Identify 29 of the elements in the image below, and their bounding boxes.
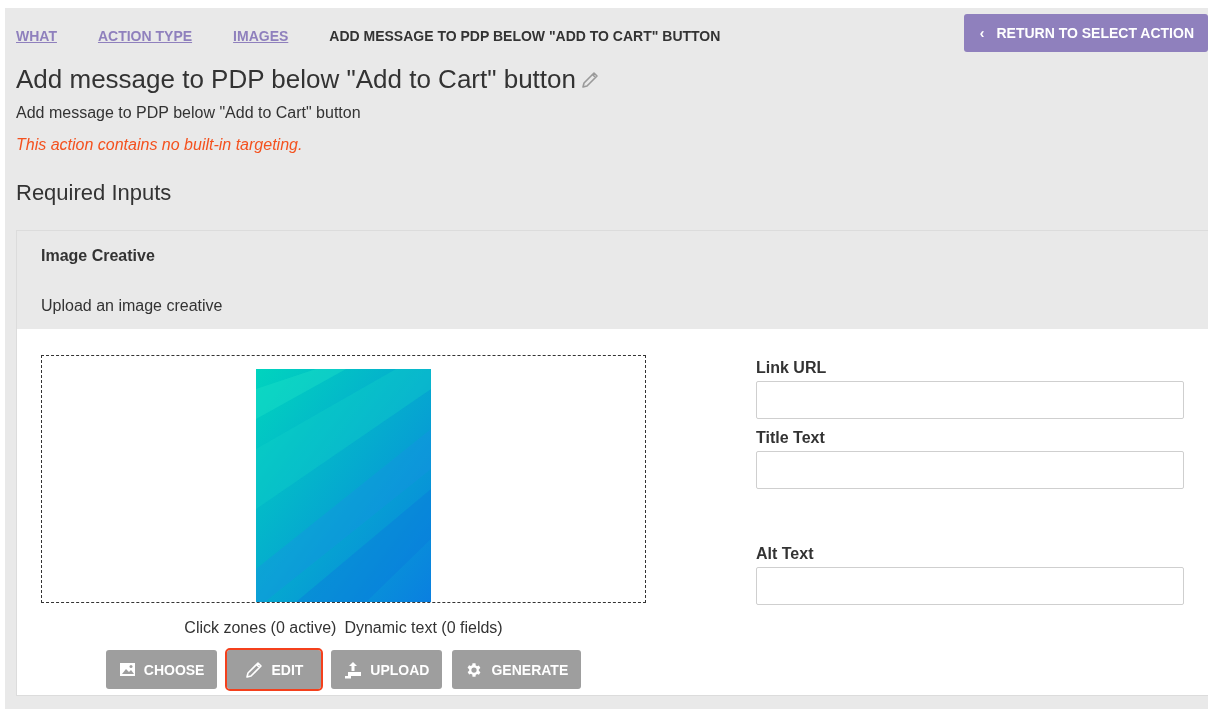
panel-title: Image Creative [41, 247, 155, 265]
text-input-field[interactable] [756, 451, 1184, 489]
edit-button[interactable]: EDIT [227, 650, 322, 689]
generate-button[interactable]: GENERATE [452, 650, 582, 689]
upload-icon [344, 660, 363, 679]
breadcrumb-link[interactable]: ACTION TYPE [97, 28, 193, 44]
choose-button[interactable]: CHOOSE [105, 650, 218, 689]
page-description: Add message to PDP below "Add to Cart" button [16, 104, 361, 122]
field-label: Title Text [756, 429, 826, 447]
warning-text: This action contains no built-in targeting. [16, 136, 303, 154]
upload-button[interactable]: UPLOAD [331, 650, 443, 689]
breadcrumb-link[interactable]: ADD MESSAGE TO PDP BELOW "ADD TO CART" BUTTON [329, 28, 721, 44]
text-input-field[interactable] [756, 381, 1184, 419]
caption-text: Dynamic text (0 fields) [344, 619, 503, 637]
pencil-icon[interactable] [579, 69, 600, 90]
page-title: Add message to PDP below "Add to Cart" button [16, 64, 576, 95]
image-icon [118, 662, 136, 677]
text-input-field[interactable] [756, 567, 1184, 605]
return-button[interactable]: ‹ RETURN TO SELECT ACTION [963, 14, 1208, 52]
image-drop-zone[interactable] [41, 355, 646, 603]
breadcrumb-link[interactable]: IMAGES [233, 28, 289, 44]
panel-subtitle: Upload an image creative [41, 297, 223, 316]
caption-text: Click zones (0 active) [184, 619, 337, 637]
chevron-left-icon: ‹ [979, 25, 985, 41]
field-label: Alt Text [756, 545, 815, 563]
field-label: Link URL [756, 359, 828, 377]
pencil-icon [245, 660, 264, 679]
section-heading: Required Inputs [16, 180, 172, 206]
breadcrumb-link[interactable]: WHAT [16, 28, 57, 44]
